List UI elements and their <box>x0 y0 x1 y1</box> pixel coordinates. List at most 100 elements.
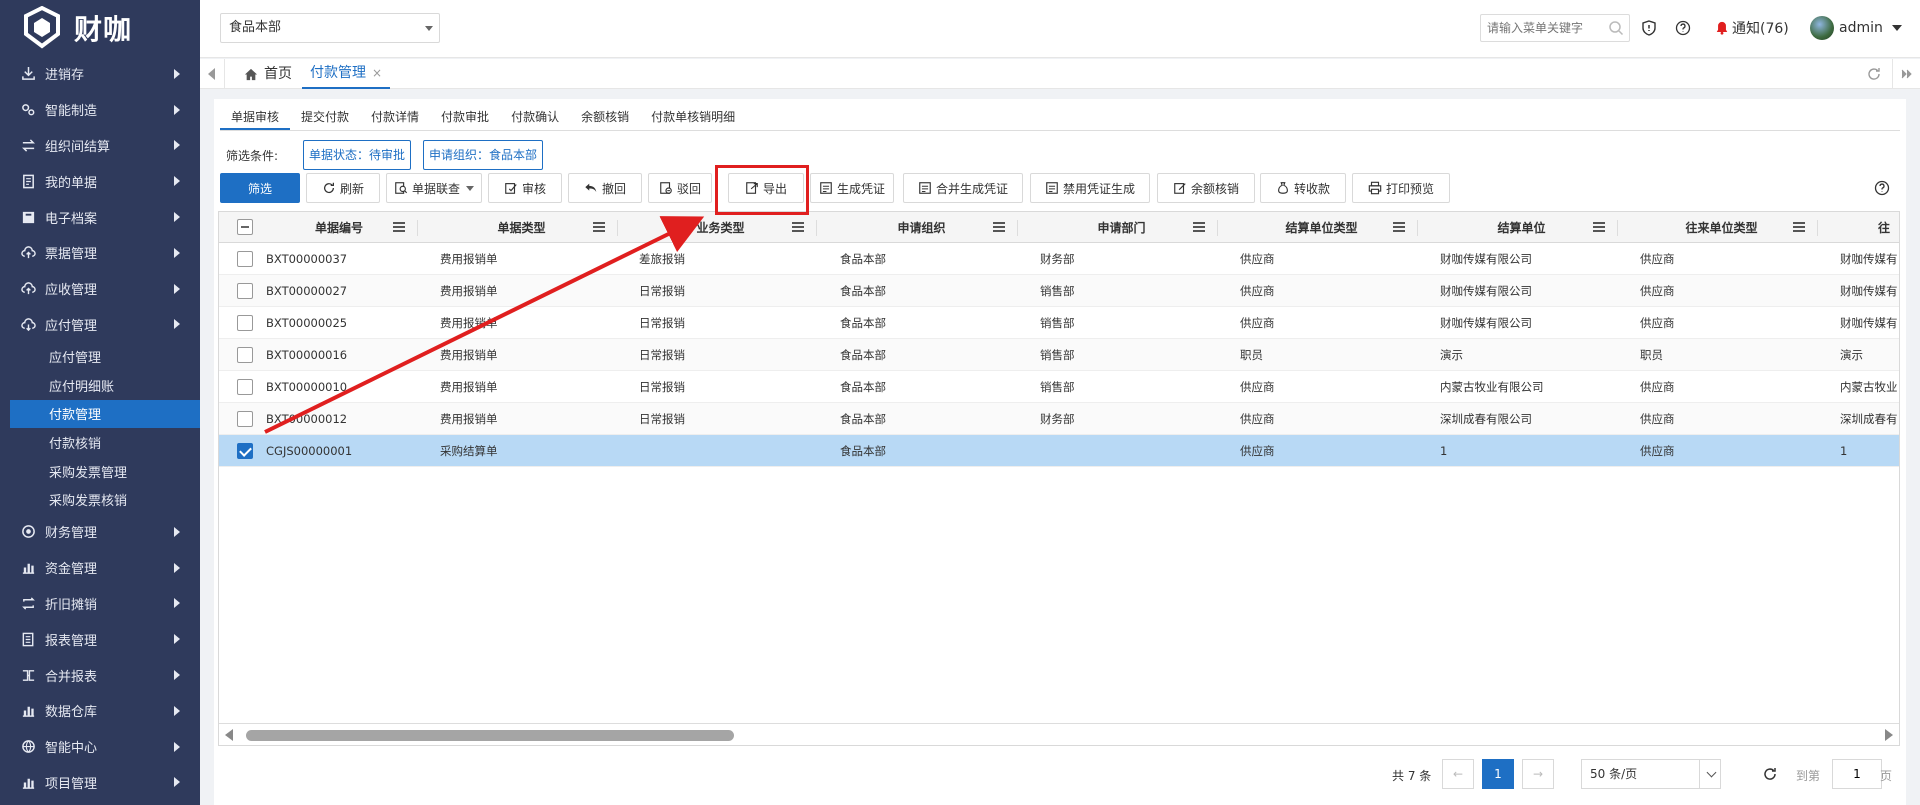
goto-page-input[interactable] <box>1832 759 1882 789</box>
merge-voucher-button[interactable]: 合并生成凭证 <box>903 173 1023 203</box>
notification-link[interactable]: 通知(76) <box>1715 18 1789 38</box>
sidebar-item-e-archive[interactable]: 电子档案 <box>0 199 200 235</box>
shield-icon[interactable] <box>1641 20 1657 36</box>
table-row[interactable]: BXT00000037 费用报销单 差旅报销 食品本部 财务部 供应商 财咖传媒有限公司 供应… <box>219 243 1899 275</box>
column-header[interactable]: 申请部门 <box>1024 212 1219 243</box>
table-cell: 费用报销单 <box>440 380 498 394</box>
table-row[interactable]: CGJS00000001 采购结算单 食品本部 供应商 1 供应商 1 <box>219 435 1899 467</box>
column-menu-icon[interactable] <box>393 222 405 232</box>
column-menu-icon[interactable] <box>1593 222 1605 232</box>
select-all-checkbox[interactable] <box>237 219 253 235</box>
column-header[interactable]: 申请组织 <box>824 212 1019 243</box>
column-menu-icon[interactable] <box>1193 222 1205 232</box>
scrollbar-thumb[interactable] <box>246 730 734 741</box>
sidebar-item-inventory[interactable]: 进销存 <box>0 56 200 92</box>
withdraw-button[interactable]: 撤回 <box>568 173 642 203</box>
submenu-item-purchase-invoice-writeoff[interactable]: 采购发票核销 <box>0 485 200 514</box>
subtab-writeoff-details[interactable]: 付款单核销明细 <box>640 105 746 130</box>
row-checkbox[interactable] <box>237 379 253 395</box>
submenu-item-payables[interactable]: 应付管理 <box>0 342 200 371</box>
column-header[interactable]: 结算单位类型 <box>1224 212 1419 243</box>
print-preview-button[interactable]: 打印预览 <box>1352 173 1450 203</box>
generate-voucher-button[interactable]: 生成凭证 <box>810 173 894 203</box>
column-menu-icon[interactable] <box>792 222 804 232</box>
sidebar-item-finance[interactable]: 财务管理 <box>0 514 200 550</box>
scroll-right-icon[interactable] <box>1885 729 1893 741</box>
table-row[interactable]: BXT00000012 费用报销单 日常报销 食品本部 财务部 供应商 深圳成春有限公司 供应… <box>219 403 1899 435</box>
column-header[interactable]: 往来单位类型 <box>1624 212 1819 243</box>
row-checkbox[interactable] <box>237 283 253 299</box>
column-divider <box>617 220 618 236</box>
help-icon[interactable] <box>1675 20 1691 36</box>
reject-button[interactable]: 驳回 <box>648 173 712 203</box>
search-icon[interactable] <box>1608 20 1624 36</box>
sidebar-item-my-docs[interactable]: 我的单据 <box>0 163 200 199</box>
tab-payment-management[interactable]: 付款管理 × <box>302 58 391 89</box>
next-page-button[interactable]: → <box>1522 759 1554 789</box>
sidebar-item-projects[interactable]: 项目管理 <box>0 765 200 801</box>
subtab-payment-approval[interactable]: 付款审批 <box>430 105 500 130</box>
sidebar-item-depreciation[interactable]: 折旧摊销 <box>0 586 200 622</box>
sidebar-item-payables[interactable]: 应付管理 <box>0 307 200 343</box>
prev-page-button[interactable]: ← <box>1442 759 1474 789</box>
row-checkbox[interactable] <box>237 315 253 331</box>
column-header[interactable]: 业务类型 <box>623 212 818 243</box>
scroll-tabs-left-icon[interactable] <box>208 68 215 80</box>
subtab-submit-payment[interactable]: 提交付款 <box>290 105 360 130</box>
sidebar-item-reports[interactable]: 报表管理 <box>0 621 200 657</box>
scroll-tabs-right-button[interactable] <box>1892 59 1920 89</box>
sidebar-item-bills[interactable]: 票据管理 <box>0 235 200 271</box>
column-menu-icon[interactable] <box>993 222 1005 232</box>
row-checkbox[interactable] <box>237 411 253 427</box>
subtab-payment-details[interactable]: 付款详情 <box>360 105 430 130</box>
linked-query-button[interactable]: 单据联查 <box>386 173 482 203</box>
page-size-select[interactable]: 50 条/页 <box>1581 759 1721 789</box>
help-icon[interactable] <box>1874 180 1890 196</box>
tab-home[interactable]: 首页 <box>236 59 300 89</box>
row-checkbox[interactable] <box>237 347 253 363</box>
sidebar-item-interorg[interactable]: 组织间结算 <box>0 128 200 164</box>
submenu-item-purchase-invoice[interactable]: 采购发票管理 <box>0 457 200 486</box>
sidebar-item-data-warehouse[interactable]: 数据仓库 <box>0 693 200 729</box>
audit-button[interactable]: 审核 <box>488 173 562 203</box>
user-menu[interactable]: admin <box>1810 16 1902 40</box>
close-icon[interactable]: × <box>372 58 382 88</box>
column-header[interactable]: 结算单位 <box>1424 212 1619 243</box>
subtab-payment-confirm[interactable]: 付款确认 <box>500 105 570 130</box>
sidebar-item-receivables[interactable]: 应收管理 <box>0 271 200 307</box>
table-row[interactable]: BXT00000027 费用报销单 日常报销 食品本部 销售部 供应商 财咖传媒有限公司 供应… <box>219 275 1899 307</box>
refresh-icon[interactable] <box>1762 766 1778 782</box>
current-page-button[interactable]: 1 <box>1482 759 1514 789</box>
submenu-item-payment-writeoff[interactable]: 付款核销 <box>0 428 200 457</box>
filter-tag-org[interactable]: 申请组织：食品本部 <box>423 140 544 170</box>
column-header[interactable]: 单据类型 <box>424 212 619 243</box>
sidebar-item-consolidated[interactable]: 合并报表 <box>0 657 200 693</box>
submenu-item-payment-management[interactable]: 付款管理 <box>10 399 200 429</box>
filter-tag-status[interactable]: 单据状态：待审批 <box>303 140 412 170</box>
row-checkbox[interactable] <box>237 443 253 459</box>
table-row[interactable]: BXT00000010 费用报销单 日常报销 食品本部 销售部 供应商 内蒙古牧业有限公司 供… <box>219 371 1899 403</box>
column-menu-icon[interactable] <box>1393 222 1405 232</box>
balance-writeoff-button[interactable]: 余额核销 <box>1157 173 1255 203</box>
submenu-item-payables-ledger[interactable]: 应付明细账 <box>0 371 200 400</box>
table-row[interactable]: BXT00000016 费用报销单 日常报销 食品本部 销售部 职员 演示 职员 演示 <box>219 339 1899 371</box>
filter-button[interactable]: 筛选 <box>220 173 300 203</box>
disable-voucher-button[interactable]: 禁用凭证生成 <box>1030 173 1150 203</box>
subtab-audit[interactable]: 单据审核 <box>220 105 291 130</box>
logo[interactable]: 财咖 <box>0 0 200 56</box>
refresh-button[interactable]: 刷新 <box>306 173 380 203</box>
column-menu-icon[interactable] <box>593 222 605 232</box>
row-checkbox[interactable] <box>237 251 253 267</box>
refresh-icon[interactable] <box>1866 66 1882 82</box>
sidebar-item-funds[interactable]: 资金管理 <box>0 550 200 586</box>
column-menu-icon[interactable] <box>1793 222 1805 232</box>
column-header[interactable]: 往 <box>1824 212 1899 243</box>
scroll-left-icon[interactable] <box>225 729 233 741</box>
sidebar-item-smart-center[interactable]: 智能中心 <box>0 729 200 765</box>
org-select[interactable]: 食品本部 <box>220 13 440 43</box>
horizontal-scrollbar[interactable] <box>219 723 1899 745</box>
sidebar-item-manufacturing[interactable]: 智能制造 <box>0 92 200 128</box>
table-row[interactable]: BXT00000025 费用报销单 日常报销 食品本部 销售部 供应商 财咖传媒有限公司 供应… <box>219 307 1899 339</box>
subtab-balance-writeoff[interactable]: 余额核销 <box>570 105 640 130</box>
transfer-receipt-button[interactable]: 转收款 <box>1260 173 1346 203</box>
